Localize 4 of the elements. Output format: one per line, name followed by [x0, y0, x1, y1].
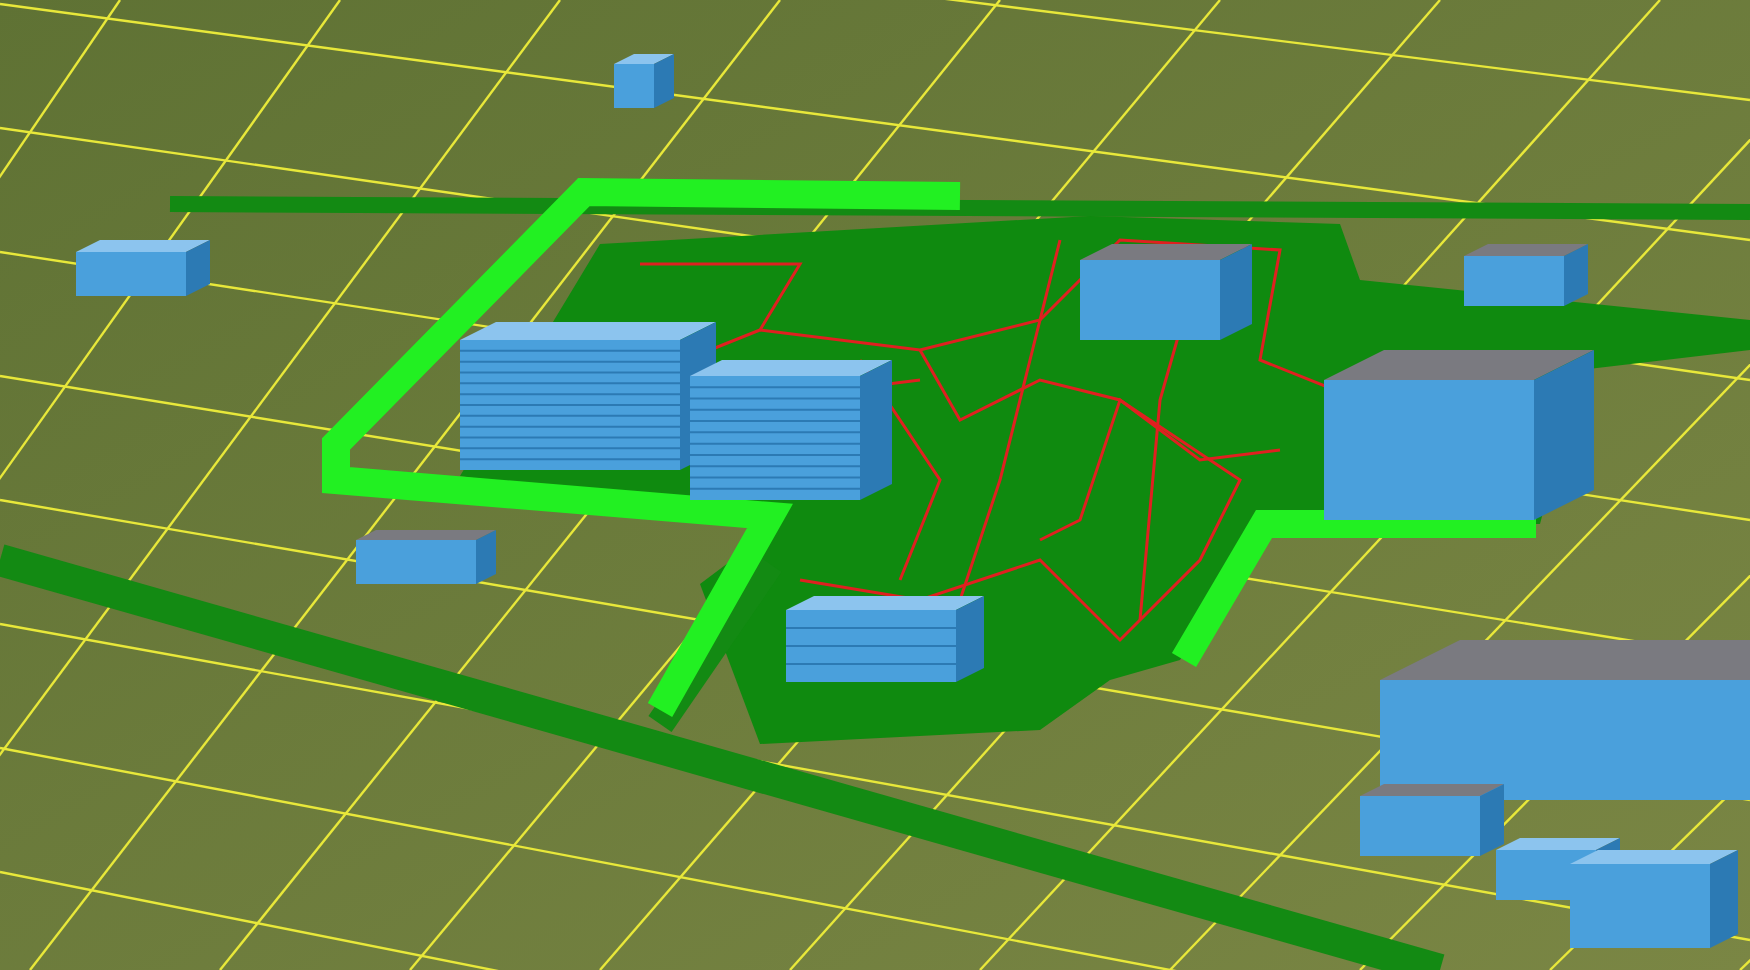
building — [76, 240, 210, 296]
building — [1464, 244, 1588, 306]
building — [614, 54, 674, 108]
building — [356, 530, 496, 584]
